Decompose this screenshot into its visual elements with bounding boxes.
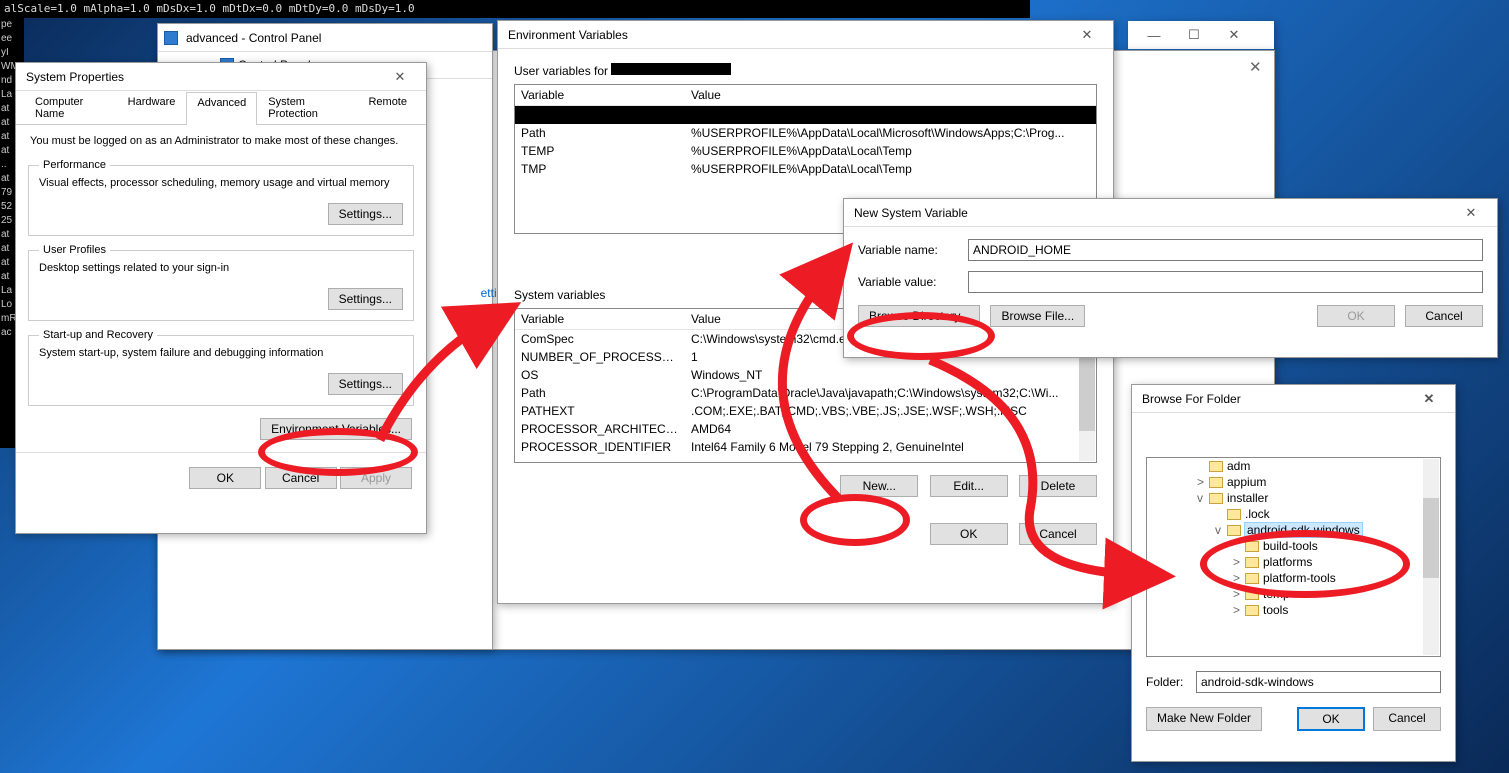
var-value-label: Variable value: [858,275,968,289]
performance-settings-button[interactable]: Settings... [328,203,403,225]
user-col-variable[interactable]: Variable [515,85,685,106]
sysprops-title: System Properties [22,70,380,84]
sysprops-ok-button[interactable]: OK [189,467,261,489]
folder-input[interactable] [1196,671,1441,693]
startup-settings-button[interactable]: Settings... [328,373,403,395]
tree-item-android-sdk-windows[interactable]: vandroid-sdk-windows [1197,522,1440,538]
tree-item-tools[interactable]: >tools [1197,602,1440,618]
startup-desc: System start-up, system failure and debu… [39,347,403,359]
tab-computer-name[interactable]: Computer Name [24,91,117,124]
bg-close[interactable]: ✕ [1214,27,1254,43]
performance-group: Performance Visual effects, processor sc… [28,159,414,236]
table-row[interactable]: PROCESSOR_IDENTIFIERIntel64 Family 6 Mod… [515,438,1096,456]
user-profiles-legend: User Profiles [39,244,110,256]
browse-folder-window: Browse For Folder ✕ adm>appiumvinstaller… [1131,384,1456,762]
browse-close-icon[interactable]: ✕ [1409,391,1449,407]
table-row[interactable] [515,106,1096,125]
user-profiles-settings-button[interactable]: Settings... [328,288,403,310]
table-row[interactable]: Path%USERPROFILE%\AppData\Local\Microsof… [515,124,1096,142]
control-panel-icon [164,31,178,45]
sysprops-apply-button[interactable]: Apply [340,467,412,489]
var-value-input[interactable] [968,271,1483,293]
env-vars-close-icon[interactable]: ✕ [1067,27,1107,43]
browse-directory-button[interactable]: Browse Directory... [858,305,980,327]
var-name-input[interactable] [968,239,1483,261]
environment-variables-button[interactable]: Environment Variables... [260,418,412,440]
startup-group: Start-up and Recovery System start-up, s… [28,329,414,406]
tree-item--lock[interactable]: .lock [1197,506,1440,522]
sys-delete-button[interactable]: Delete [1019,475,1097,497]
tree-item-temp[interactable]: >temp [1197,586,1440,602]
sys-edit-button[interactable]: Edit... [930,475,1008,497]
system-properties-window: System Properties ✕ Computer NameHardwar… [15,62,427,534]
startup-legend: Start-up and Recovery [39,329,157,341]
new-var-close-icon[interactable]: ✕ [1451,205,1491,221]
sysprops-close-icon[interactable]: ✕ [380,69,420,85]
table-row[interactable]: PATHEXT.COM;.EXE;.BAT;.CMD;.VBS;.VBE;.JS… [515,402,1096,420]
tab-hardware[interactable]: Hardware [117,91,187,124]
tree-item-platforms[interactable]: >platforms [1197,554,1440,570]
tree-item-platform-tools[interactable]: >platform-tools [1197,570,1440,586]
sys-col-variable[interactable]: Variable [515,309,685,330]
tab-advanced[interactable]: Advanced [186,92,257,125]
tree-item-installer[interactable]: vinstaller [1197,490,1440,506]
tree-item-adm[interactable]: adm [1197,458,1440,474]
tree-item-appium[interactable]: >appium [1197,474,1440,490]
performance-legend: Performance [39,159,110,171]
env-vars-title: Environment Variables [504,28,1067,42]
performance-desc: Visual effects, processor scheduling, me… [39,177,403,189]
terminal-top: alScale=1.0 mAlpha=1.0 mDsDx=1.0 mDtDx=0… [0,0,1030,18]
table-row[interactable]: PROCESSOR_ARCHITECTUREAMD64 [515,420,1096,438]
user-vars-label: User variables for [514,64,611,78]
table-row[interactable]: PathC:\ProgramData\Oracle\Java\javapath;… [515,384,1096,402]
sysprops-cancel-button[interactable]: Cancel [265,467,337,489]
bg-min[interactable]: — [1134,28,1174,43]
env-ok-button[interactable]: OK [930,523,1008,545]
redacted-username [611,63,731,75]
new-var-cancel-button[interactable]: Cancel [1405,305,1483,327]
folder-tree[interactable]: adm>appiumvinstaller.lockvandroid-sdk-wi… [1146,457,1441,657]
tab-system-protection[interactable]: System Protection [257,91,357,124]
sys-new-button[interactable]: New... [840,475,918,497]
new-var-title: New System Variable [850,206,1451,220]
tab-remote[interactable]: Remote [357,91,418,124]
tree-item-build-tools[interactable]: build-tools [1197,538,1440,554]
table-row[interactable]: TMP%USERPROFILE%\AppData\Local\Temp [515,160,1096,178]
new-sys-var-window: New System Variable ✕ Variable name: Var… [843,198,1498,358]
tree-scroll-thumb[interactable] [1423,498,1439,578]
bg-x[interactable]: ✕ [1249,58,1262,76]
var-name-label: Variable name: [858,243,968,257]
folder-label: Folder: [1146,675,1196,689]
sysprops-note: You must be logged on as an Administrato… [16,125,426,151]
browse-ok-button[interactable]: OK [1297,707,1365,731]
table-row[interactable]: OSWindows_NT [515,366,1096,384]
user-col-value[interactable]: Value [685,85,1096,106]
new-var-ok-button[interactable]: OK [1317,305,1395,327]
sysprops-tabs: Computer NameHardwareAdvancedSystem Prot… [16,91,426,125]
browse-file-button[interactable]: Browse File... [990,305,1085,327]
user-profiles-desc: Desktop settings related to your sign-in [39,262,403,274]
control-panel-title: advanced - Control Panel [182,31,486,45]
browse-cancel-button[interactable]: Cancel [1373,707,1441,731]
bg-max[interactable]: ☐ [1174,27,1214,43]
table-row[interactable]: TEMP%USERPROFILE%\AppData\Local\Temp [515,142,1096,160]
env-cancel-button[interactable]: Cancel [1019,523,1097,545]
make-new-folder-button[interactable]: Make New Folder [1146,707,1262,731]
browse-title: Browse For Folder [1138,392,1409,406]
user-profiles-group: User Profiles Desktop settings related t… [28,244,414,321]
